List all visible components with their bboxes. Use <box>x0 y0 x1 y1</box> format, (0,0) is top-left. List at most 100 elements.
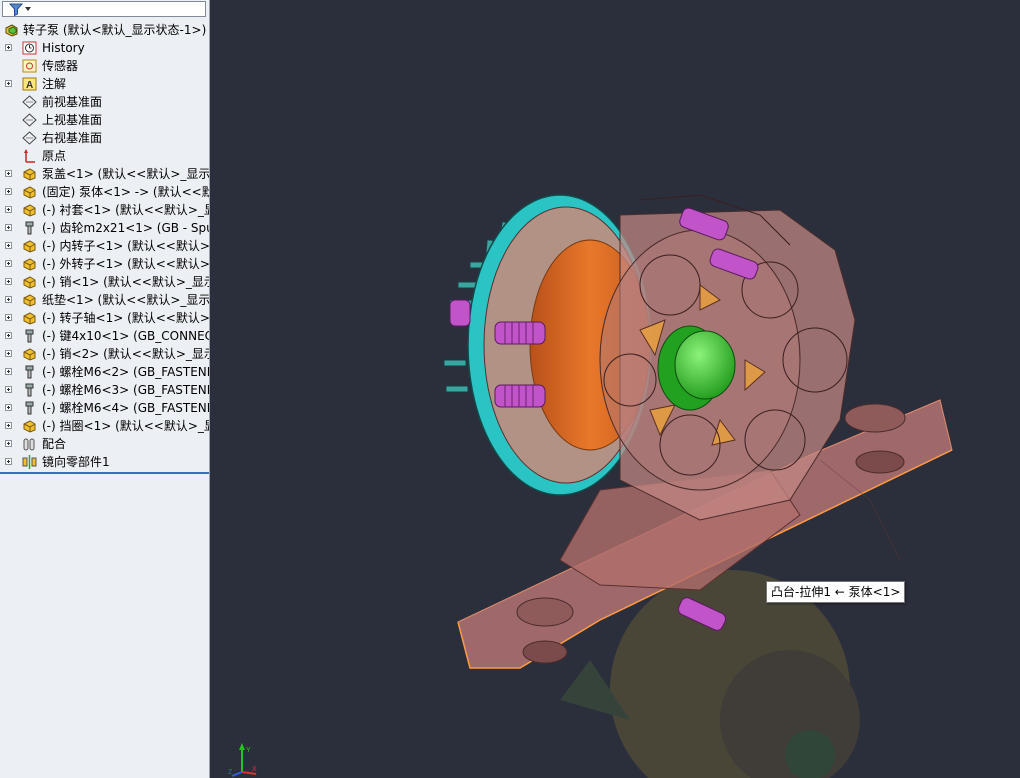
tree-item-label: (-) 转子轴<1> (默认<<默认>_ <box>42 311 210 325</box>
expand-toggle-icon[interactable] <box>5 44 12 51</box>
part-icon <box>22 419 37 433</box>
tree-item-label: (-) 螺栓M6<4> (GB_FASTENE <box>42 401 210 415</box>
expand-toggle-icon[interactable] <box>5 332 12 339</box>
part-icon <box>22 275 37 289</box>
tree-item[interactable]: (-) 转子轴<1> (默认<<默认>_ <box>0 309 209 327</box>
tree-item-label: 传感器 <box>42 59 79 73</box>
tree-item-label: 转子泵 (默认<默认_显示状态-1>) <box>23 23 207 37</box>
tree-item[interactable]: (-) 销<1> (默认<<默认>_显示 <box>0 273 209 291</box>
tree-item-label: 上视基准面 <box>42 113 103 127</box>
expand-toggle-icon[interactable] <box>5 80 12 87</box>
chevron-down-icon[interactable] <box>25 7 31 11</box>
view-triad-icon: Y X Z <box>228 743 257 777</box>
tree-item[interactable]: (-) 销<2> (默认<<默认>_显示 <box>0 345 209 363</box>
tree-item[interactable]: History <box>0 39 209 57</box>
part-icon <box>22 167 37 181</box>
expand-toggle-icon[interactable] <box>5 278 12 285</box>
tree-item-label: (-) 衬套<1> (默认<<默认>_显 <box>42 203 210 217</box>
filter-icon[interactable] <box>9 3 23 16</box>
tree-item-label: (-) 销<2> (默认<<默认>_显示 <box>42 347 210 361</box>
tree-root-item[interactable]: 转子泵 (默认<默认_显示状态-1>) <box>0 21 209 39</box>
tree-item[interactable]: 传感器 <box>0 57 209 75</box>
expand-toggle-icon[interactable] <box>5 224 12 231</box>
part-icon <box>22 185 37 199</box>
tree-item[interactable]: (-) 衬套<1> (默认<<默认>_显 <box>0 201 209 219</box>
tree-item-label: (-) 键4x10<1> (GB_CONNECT <box>42 329 210 343</box>
expand-toggle-icon[interactable] <box>5 386 12 393</box>
graphics-viewport[interactable] <box>210 0 1020 778</box>
tree-item-label: (-) 销<1> (默认<<默认>_显示 <box>42 275 210 289</box>
filter-box[interactable] <box>2 1 206 17</box>
mates-icon <box>22 437 37 451</box>
root-icon <box>4 23 19 37</box>
triad-x-label: X <box>252 766 257 773</box>
part-icon <box>22 311 37 325</box>
feature-tree: 转子泵 (默认<默认_显示状态-1>) History 传感器 A 注解前视基准面上视基… <box>0 21 209 471</box>
toolbox-part-icon <box>22 401 37 415</box>
tree-item[interactable]: 右视基准面 <box>0 129 209 147</box>
tree-item-label: 泵盖<1> (默认<<默认>_显示状 <box>42 167 210 181</box>
tree-item[interactable]: (固定) 泵体<1> -> (默认<<默认 <box>0 183 209 201</box>
toolbox-part-icon <box>22 383 37 397</box>
expand-toggle-icon[interactable] <box>5 404 12 411</box>
expand-toggle-icon[interactable] <box>5 350 12 357</box>
tree-item[interactable]: (-) 螺栓M6<2> (GB_FASTENE <box>0 363 209 381</box>
toolbox-part-icon <box>22 365 37 379</box>
sensor-icon <box>22 59 37 73</box>
tree-item[interactable]: (-) 外转子<1> (默认<<默认>_ <box>0 255 209 273</box>
tree-item[interactable]: (-) 螺栓M6<4> (GB_FASTENE <box>0 399 209 417</box>
triad-z-label: Z <box>228 769 233 776</box>
expand-toggle-icon[interactable] <box>5 242 12 249</box>
tree-item[interactable]: 配合 <box>0 435 209 453</box>
svg-text:A: A <box>26 80 33 91</box>
tree-item-label: 镜向零部件1 <box>42 455 110 469</box>
tree-item-label: 前视基准面 <box>42 95 103 109</box>
tree-item[interactable]: 镜向零部件1 <box>0 453 209 471</box>
tree-item-label: (固定) 泵体<1> -> (默认<<默认 <box>42 185 210 199</box>
tree-item[interactable]: (-) 内转子<1> (默认<<默认>_ <box>0 237 209 255</box>
toolbox-part-icon <box>22 221 37 235</box>
expand-toggle-icon[interactable] <box>5 260 12 267</box>
part-icon <box>22 347 37 361</box>
tree-item[interactable]: (-) 键4x10<1> (GB_CONNECT <box>0 327 209 345</box>
tree-item[interactable]: (-) 齿轮m2x21<1> (GB - Spu <box>0 219 209 237</box>
mirror-icon <box>22 455 37 469</box>
feature-manager-panel: 转子泵 (默认<默认_显示状态-1>) History 传感器 A 注解前视基准面上视基… <box>0 0 210 778</box>
tree-item-label: 原点 <box>42 149 67 163</box>
expand-toggle-icon[interactable] <box>5 206 12 213</box>
part-icon <box>22 257 37 271</box>
tree-item-label: (-) 螺栓M6<3> (GB_FASTENE <box>42 383 210 397</box>
tree-item-label: 右视基准面 <box>42 131 103 145</box>
hover-tooltip: 凸台-拉伸1 ← 泵体<1> <box>766 581 906 603</box>
tree-item[interactable]: A 注解 <box>0 75 209 93</box>
expand-toggle-icon[interactable] <box>5 440 12 447</box>
tree-item[interactable]: (-) 挡圈<1> (默认<<默认>_显 <box>0 417 209 435</box>
origin-icon <box>22 149 37 163</box>
expand-toggle-icon[interactable] <box>5 368 12 375</box>
plane-icon <box>22 131 37 145</box>
tree-item[interactable]: 原点 <box>0 147 209 165</box>
tree-item-label: History <box>42 41 85 55</box>
expand-toggle-icon[interactable] <box>5 296 12 303</box>
tree-item[interactable]: 前视基准面 <box>0 93 209 111</box>
expand-toggle-icon[interactable] <box>5 422 12 429</box>
pump-assembly-model[interactable] <box>210 0 1020 778</box>
tree-item-label: (-) 齿轮m2x21<1> (GB - Spu <box>42 221 210 235</box>
plane-icon <box>22 95 37 109</box>
tree-item-label: 配合 <box>42 437 67 451</box>
tree-item-label: (-) 外转子<1> (默认<<默认>_ <box>42 257 210 271</box>
tree-item-label: (-) 挡圈<1> (默认<<默认>_显 <box>42 419 210 433</box>
annotation-icon: A <box>22 77 37 91</box>
history-icon <box>22 41 37 55</box>
tree-item-label: 注解 <box>42 77 67 91</box>
expand-toggle-icon[interactable] <box>5 188 12 195</box>
triad-y-label: Y <box>246 747 251 754</box>
tree-item[interactable]: 纸垫<1> (默认<<默认>_显示状 <box>0 291 209 309</box>
tree-item[interactable]: 上视基准面 <box>0 111 209 129</box>
expand-toggle-icon[interactable] <box>5 314 12 321</box>
expand-toggle-icon[interactable] <box>5 458 12 465</box>
expand-toggle-icon[interactable] <box>5 170 12 177</box>
part-icon <box>22 239 37 253</box>
tree-item[interactable]: 泵盖<1> (默认<<默认>_显示状 <box>0 165 209 183</box>
tree-item[interactable]: (-) 螺栓M6<3> (GB_FASTENE <box>0 381 209 399</box>
